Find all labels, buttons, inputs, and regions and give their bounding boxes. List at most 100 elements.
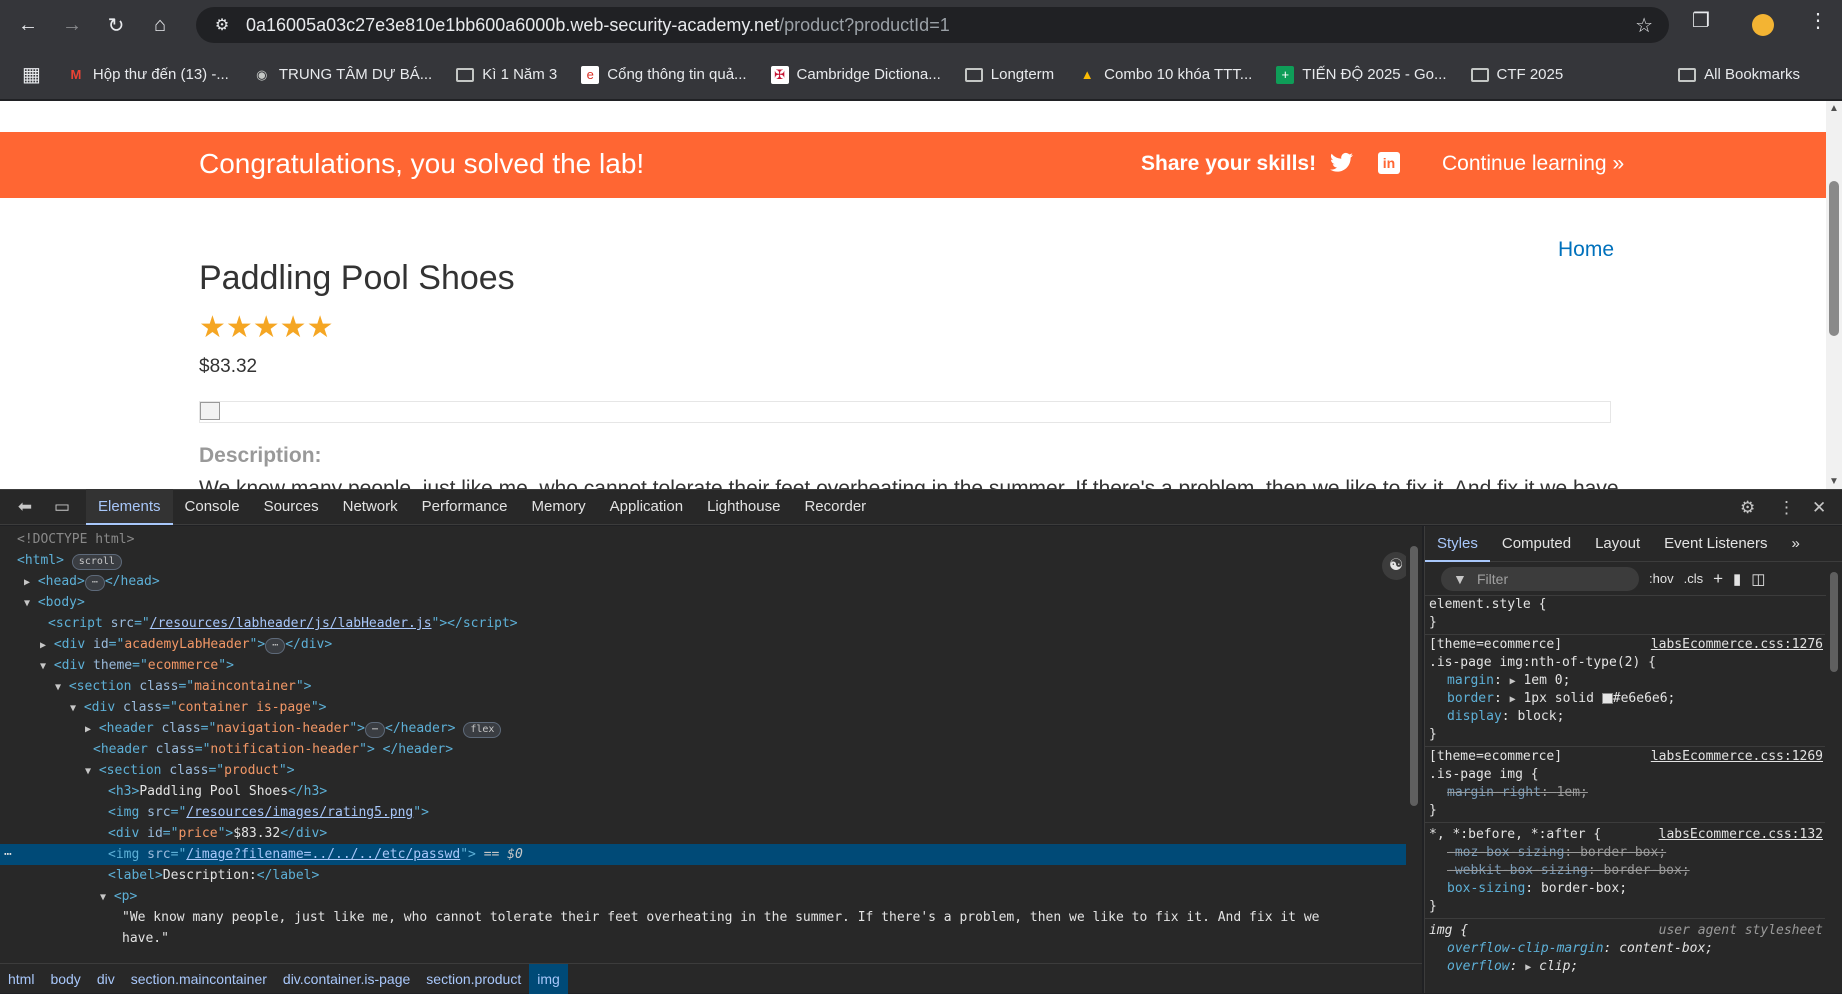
- styles-filter-input[interactable]: ▼ Filter: [1441, 566, 1639, 591]
- dom-maincontainer[interactable]: ▼ <section class="maincontainer">: [0, 676, 1418, 697]
- all-bookmarks[interactable]: All Bookmarks: [1678, 66, 1800, 83]
- crumb-html[interactable]: html: [0, 964, 42, 994]
- tab-network[interactable]: Network: [331, 489, 410, 525]
- page-scrollbar[interactable]: ▲ ▼: [1826, 101, 1842, 489]
- styles-scrollbar[interactable]: [1826, 562, 1842, 993]
- cls-toggle[interactable]: .cls: [1684, 571, 1704, 586]
- url-text[interactable]: 0a16005a03c27e3e810e1bb600a6000b.web-sec…: [246, 15, 950, 36]
- dom-notification-header[interactable]: <header class="notification-header"> </h…: [0, 739, 1418, 760]
- dom-theme-div[interactable]: ▼ <div theme="ecommerce">: [0, 655, 1418, 676]
- dom-lab-header[interactable]: ▶ <div id="academyLabHeader"> ⋯ </div>: [0, 634, 1418, 655]
- extensions-icon[interactable]: ❐: [1692, 8, 1710, 33]
- new-rule-icon[interactable]: +: [1713, 569, 1723, 589]
- rule3-webkit[interactable]: -webkit-box-sizing: border-box;: [1447, 862, 1842, 880]
- elements-scroll-thumb[interactable]: [1410, 546, 1418, 806]
- dom-h3[interactable]: <h3>Paddling Pool Shoes</h3>: [0, 781, 1418, 802]
- sidebar-toggle-icon[interactable]: ◫: [1751, 570, 1765, 588]
- tab-console[interactable]: Console: [173, 489, 252, 525]
- apps-grid-icon[interactable]: ▦: [22, 62, 41, 87]
- rule4-overflow[interactable]: overflow: ▶ clip;: [1447, 958, 1842, 976]
- tab-performance[interactable]: Performance: [410, 489, 520, 525]
- bookmark-cambridge[interactable]: ✠ Cambridge Dictiona...: [770, 65, 941, 84]
- rule2-source-link[interactable]: labsEcommerce.css:1269: [1651, 748, 1823, 766]
- dom-body[interactable]: ▼ <body>: [0, 592, 1418, 613]
- dom-product-section[interactable]: ▼ <section class="product">: [0, 760, 1418, 781]
- rule2-selector-b[interactable]: .is-page img {: [1429, 766, 1829, 784]
- rule1-selector-a[interactable]: [theme=ecommerce] labsEcommerce.css:1276: [1429, 636, 1829, 654]
- flex-badge[interactable]: flex: [463, 722, 502, 738]
- rule4-selector[interactable]: img {user agent stylesheet: [1429, 922, 1829, 940]
- bookmark-star-icon[interactable]: ☆: [1635, 13, 1653, 38]
- rule1-selector-b[interactable]: .is-page img:nth-of-type(2) {: [1429, 654, 1829, 672]
- profile-avatar[interactable]: [1752, 14, 1774, 36]
- bookmark-cong-thong-tin[interactable]: e Cổng thông tin quả...: [581, 65, 747, 84]
- bookmark-ctf[interactable]: CTF 2025: [1470, 66, 1563, 83]
- scroll-badge[interactable]: scroll: [71, 554, 122, 570]
- elements-scrollbar[interactable]: [1406, 526, 1422, 963]
- bookmark-tien-do[interactable]: + TIẾN ĐỘ 2025 - Go...: [1276, 65, 1447, 84]
- back-icon[interactable]: ←: [10, 7, 46, 43]
- scroll-down-icon[interactable]: ▼: [1829, 476, 1839, 487]
- hov-toggle[interactable]: :hov: [1649, 571, 1674, 586]
- dom-label[interactable]: <label>Description:</label>: [0, 865, 1418, 886]
- tab-computed[interactable]: Computed: [1490, 526, 1583, 562]
- crumb-img[interactable]: img: [529, 963, 568, 994]
- rule2-margin-right[interactable]: margin-right: 1em;: [1447, 784, 1842, 802]
- rule1-margin[interactable]: margin: ▶ 1em 0;: [1447, 672, 1842, 690]
- continue-learning-link[interactable]: Continue learning »: [1442, 152, 1624, 176]
- tab-memory[interactable]: Memory: [520, 489, 598, 525]
- devtools-menu-icon[interactable]: ⋮: [1778, 498, 1795, 518]
- home-link[interactable]: Home: [1558, 238, 1614, 262]
- dom-doctype[interactable]: <!DOCTYPE html>: [0, 529, 1418, 550]
- rule3-moz[interactable]: -moz-box-sizing: border-box;: [1447, 844, 1842, 862]
- crumb-product[interactable]: section.product: [418, 964, 529, 994]
- crumb-div[interactable]: div: [89, 964, 123, 994]
- rule3-source-link[interactable]: labsEcommerce.css:132: [1659, 826, 1823, 844]
- dom-img-rating[interactable]: <img src="/resources/images/rating5.png"…: [0, 802, 1418, 823]
- devtools-settings-icon[interactable]: ⚙: [1740, 498, 1755, 518]
- tab-application[interactable]: Application: [598, 489, 695, 525]
- dom-container[interactable]: ▼ <div class="container is-page">: [0, 697, 1418, 718]
- tab-layout[interactable]: Layout: [1583, 526, 1652, 562]
- rule-element-style[interactable]: element.style {: [1429, 596, 1829, 614]
- devtools-close-icon[interactable]: ✕: [1812, 498, 1826, 518]
- linkedin-icon[interactable]: in: [1378, 152, 1400, 174]
- rule3-box[interactable]: box-sizing: border-box;: [1447, 880, 1842, 898]
- dom-p-text-2[interactable]: have.": [0, 928, 1418, 949]
- dom-script[interactable]: <script src="/resources/labheader/js/lab…: [0, 613, 1418, 634]
- tab-elements[interactable]: Elements: [86, 489, 173, 525]
- tab-lighthouse[interactable]: Lighthouse: [695, 489, 792, 525]
- rule1-border[interactable]: border: ▶ 1px solid #e6e6e6;: [1447, 690, 1842, 708]
- crumb-maincontainer[interactable]: section.maincontainer: [123, 964, 275, 994]
- rule1-source-link[interactable]: labsEcommerce.css:1276: [1651, 636, 1823, 654]
- rule4-overflow-clip[interactable]: overflow-clip-margin: content-box;: [1447, 940, 1842, 958]
- dom-price-div[interactable]: <div id="price">$83.32</div>: [0, 823, 1418, 844]
- dom-head[interactable]: ▶ <head> ⋯ </head>: [0, 571, 1418, 592]
- device-toolbar-icon[interactable]: ▭: [50, 497, 74, 517]
- bookmark-ki1[interactable]: Kì 1 Năm 3: [456, 66, 557, 83]
- address-bar[interactable]: ⚙ 0a16005a03c27e3e810e1bb600a6000b.web-s…: [196, 7, 1669, 43]
- bookmark-gmail[interactable]: M Hộp thư đến (13) -...: [67, 66, 228, 84]
- paint-icon[interactable]: ▮: [1733, 570, 1741, 588]
- twitter-icon[interactable]: [1330, 152, 1354, 179]
- rule3-selector[interactable]: *, *:before, *:after {labsEcommerce.css:…: [1429, 826, 1829, 844]
- more-tabs-icon[interactable]: »: [1780, 526, 1812, 562]
- tab-recorder[interactable]: Recorder: [792, 489, 878, 525]
- site-info-icon[interactable]: ⚙: [204, 15, 240, 35]
- rule1-display[interactable]: display: block;: [1447, 708, 1842, 726]
- dom-img-selected[interactable]: ⋯ <img src="/image?filename=../../../etc/…: [0, 844, 1418, 865]
- dom-p-text-1[interactable]: "We know many people, just like me, who …: [0, 907, 1418, 928]
- tab-sources[interactable]: Sources: [252, 489, 331, 525]
- inspect-element-icon[interactable]: ⬅: [13, 497, 37, 517]
- bookmark-combo[interactable]: ▲ Combo 10 khóa TTT...: [1078, 66, 1253, 84]
- forward-icon[interactable]: →: [54, 7, 90, 43]
- scroll-up-icon[interactable]: ▲: [1829, 103, 1839, 114]
- styles-scroll-thumb[interactable]: [1830, 572, 1838, 672]
- node-actions-icon[interactable]: ⋯: [4, 844, 12, 865]
- bookmark-trung-tam[interactable]: ◉ TRUNG TÂM DỰ BÁ...: [253, 66, 432, 84]
- page-scroll-thumb[interactable]: [1829, 181, 1839, 336]
- menu-icon[interactable]: ⋮: [1808, 8, 1828, 33]
- home-icon[interactable]: ⌂: [142, 7, 178, 43]
- reload-icon[interactable]: ↻: [98, 7, 134, 43]
- color-swatch[interactable]: [1601, 693, 1613, 704]
